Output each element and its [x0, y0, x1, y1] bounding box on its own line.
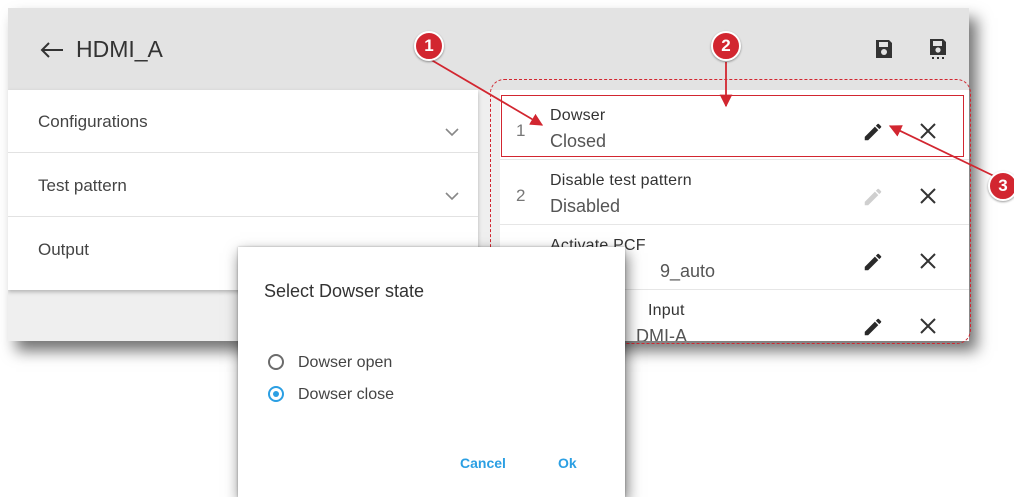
edit-pencil-icon[interactable]: [862, 121, 884, 143]
step-number: 1: [516, 121, 526, 140]
step-title: Disable test pattern: [550, 172, 692, 189]
radio-label: Dowser open: [298, 354, 393, 371]
radio-dowser-close[interactable]: Dowser close: [268, 386, 568, 408]
step-value: Closed: [550, 131, 607, 151]
step-row[interactable]: 1 Dowser Closed: [500, 95, 969, 160]
back-arrow-icon[interactable]: [40, 42, 64, 58]
close-icon[interactable]: [920, 253, 936, 269]
step-title: Input: [648, 302, 685, 319]
accordion-test-pattern[interactable]: Test pattern: [8, 154, 478, 217]
accordion-label: Output: [38, 240, 90, 259]
dialog-title: Select Dowser state: [264, 281, 425, 301]
edit-pencil-icon[interactable]: [862, 316, 884, 338]
step-value: DMI-A: [636, 326, 687, 341]
step-title: Dowser: [550, 107, 606, 124]
accordion-configurations[interactable]: Configurations: [8, 90, 478, 153]
close-icon[interactable]: [920, 188, 936, 204]
ok-button[interactable]: Ok: [558, 455, 577, 471]
radio-button-selected[interactable]: [268, 386, 284, 402]
select-dowser-dialog: Select Dowser state Dowser open Dowser c…: [238, 247, 625, 497]
step-value: 9_auto: [660, 261, 716, 281]
step-number: 2: [516, 186, 526, 205]
edit-pencil-icon: [864, 188, 882, 206]
close-icon[interactable]: [920, 123, 936, 139]
accordion-label: Test pattern: [38, 176, 127, 195]
app-bar: HDMI_A: [8, 8, 969, 90]
chevron-down-icon: [445, 192, 459, 201]
chevron-down-icon: [445, 128, 459, 137]
page-title: HDMI_A: [76, 36, 163, 62]
radio-dowser-open[interactable]: Dowser open: [268, 354, 568, 376]
close-icon[interactable]: [920, 318, 936, 334]
step-value: Disabled: [550, 196, 621, 216]
step-row[interactable]: 2 Disable test pattern Disabled: [500, 160, 969, 225]
radio-button[interactable]: [268, 354, 284, 370]
callout-badge-3: 3: [988, 171, 1014, 201]
save-as-icon[interactable]: [928, 38, 948, 60]
accordion-label: Configurations: [38, 112, 148, 131]
save-icon[interactable]: [874, 38, 894, 60]
cancel-button[interactable]: Cancel: [460, 455, 506, 471]
callout-badge-2: 2: [711, 31, 741, 61]
radio-label: Dowser close: [298, 386, 395, 403]
edit-pencil-icon[interactable]: [862, 251, 884, 273]
callout-badge-1: 1: [414, 31, 444, 61]
